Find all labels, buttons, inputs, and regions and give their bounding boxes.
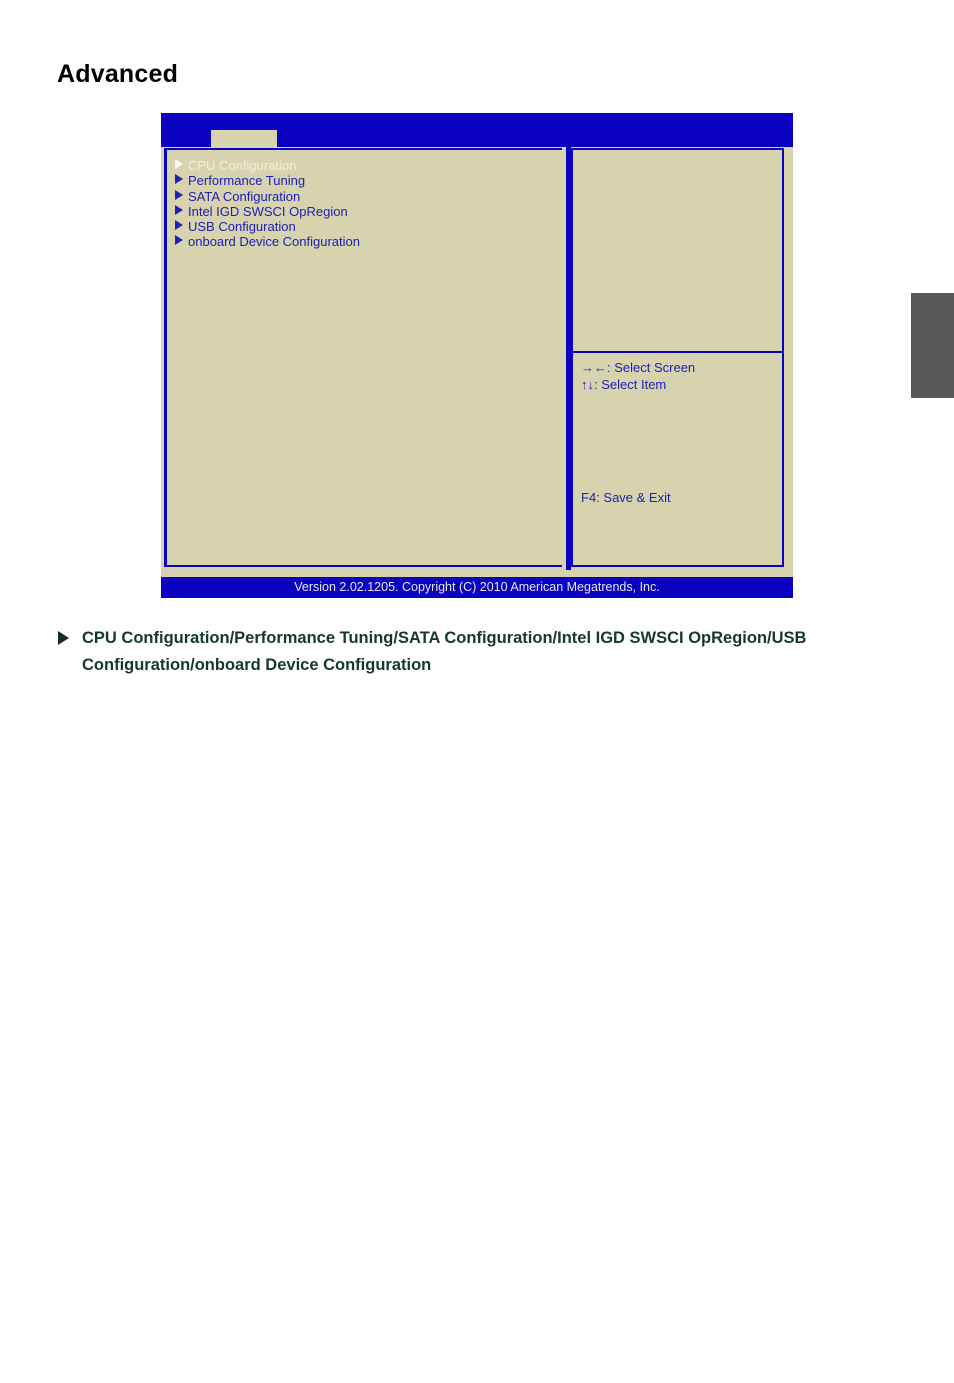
bios-left-panel: CPU Configuration Performance Tuning SAT… — [164, 148, 562, 567]
menu-item-label: onboard Device Configuration — [188, 234, 360, 250]
menu-item-label: SATA Configuration — [188, 188, 301, 204]
caption-text: CPU Configuration/Performance Tuning/SAT… — [82, 629, 807, 674]
bios-right-panel: →←: Select Screen ↑↓: Select Item F4: Sa… — [571, 148, 784, 567]
submenu-arrow-icon — [175, 159, 183, 169]
menu-item-onboard-device-configuration[interactable]: onboard Device Configuration — [175, 234, 558, 249]
submenu-arrow-icon — [175, 189, 183, 200]
menu-item-label: Performance Tuning — [188, 173, 306, 189]
menu-item-intel-igd-swsci-opregion[interactable]: Intel IGD SWSCI OpRegion — [175, 204, 558, 219]
tab-advanced[interactable] — [211, 130, 277, 147]
submenu-arrow-icon — [175, 235, 183, 246]
bios-menu-list: CPU Configuration Performance Tuning SAT… — [175, 158, 558, 250]
menu-item-usb-configuration[interactable]: USB Configuration — [175, 219, 558, 234]
menu-item-label: USB Configuration — [188, 219, 296, 235]
caption-bullet-icon — [58, 631, 69, 645]
menu-item-label: Intel IGD SWSCI OpRegion — [188, 203, 348, 219]
bios-menu-bar — [161, 113, 793, 147]
submenu-arrow-icon — [175, 204, 183, 215]
page-title: Advanced — [57, 60, 179, 88]
page-edge-marker — [911, 293, 954, 398]
menu-item-label: CPU Configuration — [188, 158, 297, 173]
bios-help-description-area — [573, 150, 782, 353]
key-hint-select-screen: →←: Select Screen — [581, 360, 696, 375]
key-hint-select-item: ↑↓: Select Item — [581, 377, 667, 392]
menu-item-performance-tuning[interactable]: Performance Tuning — [175, 173, 558, 188]
menu-item-sata-configuration[interactable]: SATA Configuration — [175, 189, 558, 204]
bios-setup-window: CPU Configuration Performance Tuning SAT… — [161, 113, 793, 598]
caption: CPU Configuration/Performance Tuning/SAT… — [58, 625, 878, 679]
menu-item-cpu-configuration[interactable]: CPU Configuration — [175, 158, 558, 173]
submenu-arrow-icon — [175, 220, 183, 231]
bios-body: CPU Configuration Performance Tuning SAT… — [161, 147, 793, 570]
bios-version-footer: Version 2.02.1205. Copyright (C) 2010 Am… — [161, 577, 793, 598]
bios-key-legend: →←: Select Screen ↑↓: Select Item F4: Sa… — [581, 359, 778, 506]
key-hint-save-exit: F4: Save & Exit — [581, 490, 671, 505]
submenu-arrow-icon — [175, 174, 183, 185]
